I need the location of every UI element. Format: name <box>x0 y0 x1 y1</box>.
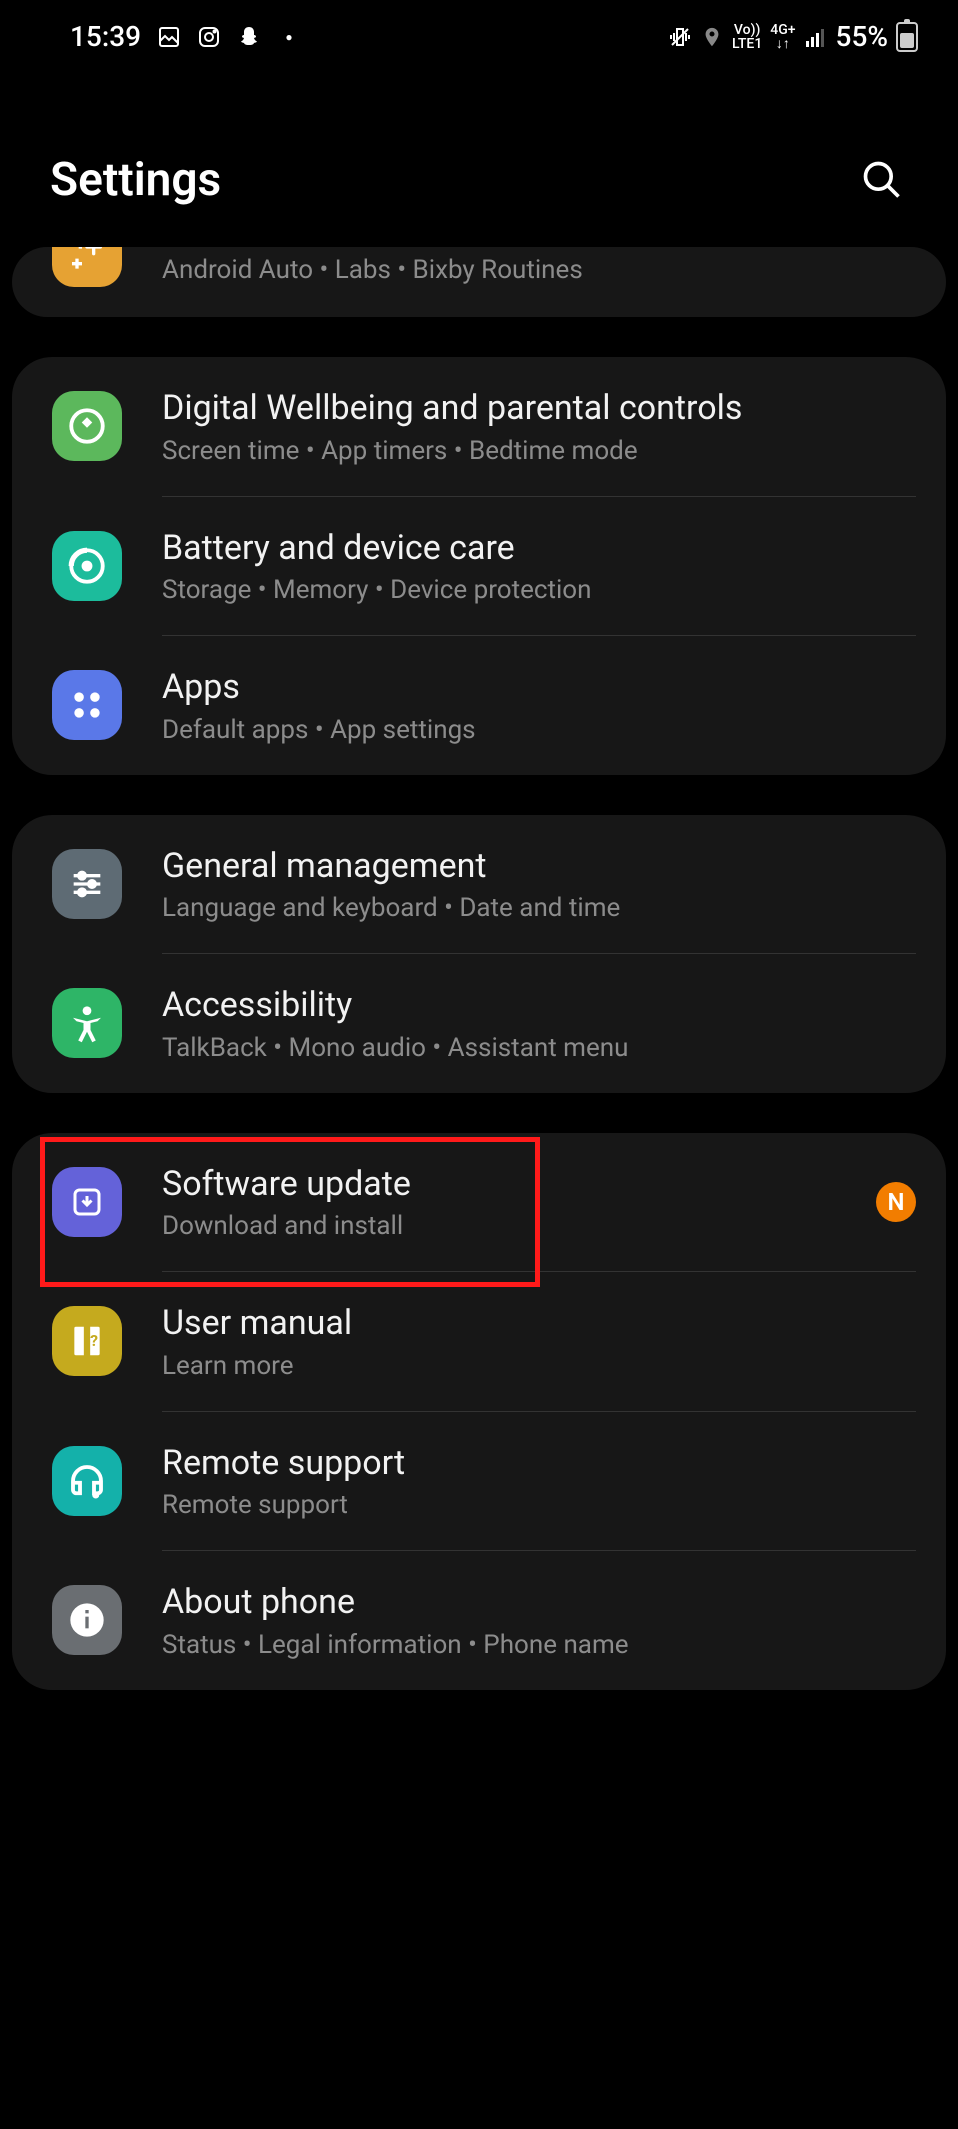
row-title: Software update <box>162 1163 856 1206</box>
wellbeing-icon <box>52 391 122 461</box>
general-icon <box>52 849 122 919</box>
row-text: Remote support Remote support <box>162 1442 916 1521</box>
settings-header: Settings <box>0 73 958 247</box>
battery-icon <box>896 22 918 52</box>
accessibility-icon <box>52 988 122 1058</box>
status-right: Vo)) LTE1 4G+ ↓↑ 55% <box>668 20 918 53</box>
row-subtitle: Language and keyboard • Date and time <box>162 893 916 923</box>
row-subtitle: Learn more <box>162 1351 916 1381</box>
about-phone-icon <box>52 1585 122 1655</box>
row-title: Remote support <box>162 1442 916 1485</box>
gallery-icon <box>157 25 181 49</box>
row-title: Apps <box>162 666 916 709</box>
battery-pct: 55% <box>836 20 888 53</box>
svg-text:?: ? <box>90 1331 98 1350</box>
row-title: User manual <box>162 1302 916 1345</box>
snapchat-icon <box>237 25 261 49</box>
row-text: User manual Learn more <box>162 1302 916 1381</box>
device-care-icon <box>52 531 122 601</box>
row-text: Accessibility TalkBack • Mono audio • As… <box>162 984 916 1063</box>
settings-group-0: Android Auto • Labs • Bixby Routines <box>12 247 946 317</box>
remote-support-icon <box>52 1446 122 1516</box>
settings-row-remote-support[interactable]: Remote support Remote support <box>12 1412 946 1551</box>
row-text: Digital Wellbeing and parental controls … <box>162 387 916 466</box>
advanced-features-icon <box>52 247 122 287</box>
settings-row-accessibility[interactable]: Accessibility TalkBack • Mono audio • As… <box>12 954 946 1093</box>
signal-icon <box>804 25 828 49</box>
row-title: Digital Wellbeing and parental controls <box>162 387 916 430</box>
dot-icon: ● <box>277 25 301 49</box>
row-subtitle: Default apps • App settings <box>162 715 916 745</box>
row-title: Accessibility <box>162 984 916 1027</box>
settings-row-software-update[interactable]: Software update Download and install N <box>12 1133 946 1272</box>
row-subtitle: Download and install <box>162 1211 856 1241</box>
settings-group-1: Digital Wellbeing and parental controls … <box>12 357 946 775</box>
row-subtitle: TalkBack • Mono audio • Assistant menu <box>162 1033 916 1063</box>
row-title: General management <box>162 845 916 888</box>
settings-row-battery-device-care[interactable]: Battery and device care Storage • Memory… <box>12 497 946 636</box>
row-text: Apps Default apps • App settings <box>162 666 916 745</box>
apps-icon <box>52 670 122 740</box>
net-4g-label: 4G+ ↓↑ <box>770 23 795 51</box>
user-manual-icon: ? <box>52 1306 122 1376</box>
location-icon <box>700 25 724 49</box>
row-text: General management Language and keyboard… <box>162 845 916 924</box>
settings-row-advanced-features[interactable]: Android Auto • Labs • Bixby Routines <box>12 247 946 317</box>
row-text: Battery and device care Storage • Memory… <box>162 527 916 606</box>
row-subtitle: Screen time • App timers • Bedtime mode <box>162 436 916 466</box>
row-text: Android Auto • Labs • Bixby Routines <box>162 249 916 285</box>
search-button[interactable] <box>860 156 908 204</box>
row-subtitle: Remote support <box>162 1490 916 1520</box>
instagram-icon <box>197 25 221 49</box>
notification-badge: N <box>876 1182 916 1222</box>
row-title: Battery and device care <box>162 527 916 570</box>
settings-row-general-management[interactable]: General management Language and keyboard… <box>12 815 946 954</box>
status-left: 15:39 ● <box>70 20 301 53</box>
settings-group-3: Software update Download and install N ?… <box>12 1133 946 1690</box>
status-bar: 15:39 ● Vo)) LTE1 4G+ ↓↑ 55% <box>0 0 958 73</box>
row-subtitle: Storage • Memory • Device protection <box>162 575 916 605</box>
page-title: Settings <box>50 153 221 207</box>
settings-row-user-manual[interactable]: ? User manual Learn more <box>12 1272 946 1411</box>
vibrate-icon <box>668 25 692 49</box>
search-icon <box>860 158 904 202</box>
status-time: 15:39 <box>70 20 141 53</box>
row-subtitle: Android Auto • Labs • Bixby Routines <box>162 255 916 285</box>
row-text: About phone Status • Legal information •… <box>162 1581 916 1660</box>
settings-row-about-phone[interactable]: About phone Status • Legal information •… <box>12 1551 946 1690</box>
row-title: About phone <box>162 1581 916 1624</box>
row-text: Software update Download and install <box>162 1163 856 1242</box>
software-update-icon <box>52 1167 122 1237</box>
settings-row-apps[interactable]: Apps Default apps • App settings <box>12 636 946 775</box>
row-subtitle: Status • Legal information • Phone name <box>162 1630 916 1660</box>
settings-row-digital-wellbeing[interactable]: Digital Wellbeing and parental controls … <box>12 357 946 496</box>
settings-group-2: General management Language and keyboard… <box>12 815 946 1093</box>
volte-label: Vo)) LTE1 <box>732 23 762 51</box>
